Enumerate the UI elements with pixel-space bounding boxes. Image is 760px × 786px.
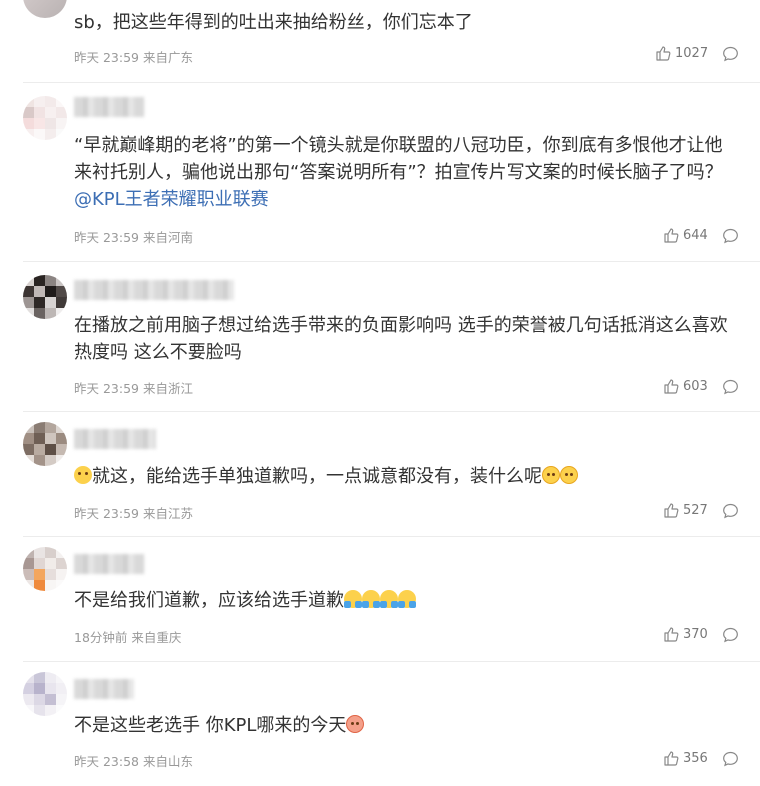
thumbs-up-icon: [664, 379, 679, 394]
thumbs-up-icon: [664, 627, 679, 642]
thumbs-up-icon: [664, 228, 679, 243]
comment-time-location: 昨天 23:59 来自河南: [74, 230, 193, 245]
like-count: 1027: [675, 45, 709, 61]
avatar[interactable]: [23, 96, 67, 140]
comment-bubble-icon: [723, 46, 738, 62]
comment-bubble-icon: [723, 751, 738, 767]
username-blurred[interactable]: [74, 429, 156, 449]
comment-time-location: 昨天 23:59 来自江苏: [74, 506, 193, 521]
avatar[interactable]: [23, 672, 67, 716]
thumbs-up-icon: [664, 503, 679, 518]
cute-face-icon: [74, 466, 92, 484]
like-count: 603: [683, 378, 708, 394]
comment-text: “早就巅峰期的老将”的第一个镜头就是你联盟的八冠功臣，你到底有多恨他才让他来衬托…: [74, 135, 723, 210]
divider: [23, 82, 760, 83]
cry-icon: [362, 590, 380, 608]
cry-icon: [344, 590, 362, 608]
thumbs-up-icon: [656, 46, 671, 61]
comment-text: 在播放之前用脑子想过给选手带来的负面影响吗 选手的荣誉被几句话抵消这么喜欢热度吗…: [74, 315, 728, 363]
like-count: 356: [683, 750, 708, 766]
comment-text: 不是这些老选手 你KPL哪来的今天: [74, 712, 734, 739]
comment-time-location: 昨天 23:59 来自浙江: [74, 381, 193, 396]
comment-bubble-icon: [723, 379, 738, 395]
avatar[interactable]: [23, 422, 67, 466]
like-button[interactable]: 644: [663, 227, 708, 243]
like-button[interactable]: 527: [663, 502, 708, 518]
like-count: 370: [683, 626, 708, 642]
smile-icon: [542, 466, 560, 484]
cry-icon: [380, 590, 398, 608]
smile-icon: [560, 466, 578, 484]
comment-time-location: 18分钟前 来自重庆: [74, 630, 182, 645]
like-button[interactable]: 1027: [655, 45, 708, 61]
avatar[interactable]: [23, 547, 67, 591]
comment-bubble-icon: [723, 228, 738, 244]
divider: [23, 536, 760, 537]
like-button[interactable]: 603: [663, 378, 708, 394]
avatar[interactable]: [23, 275, 67, 319]
username-blurred[interactable]: [74, 280, 234, 300]
divider: [23, 411, 760, 412]
like-button[interactable]: 356: [663, 750, 708, 766]
comment-time-location: 昨天 23:58 来自山东: [74, 754, 193, 769]
comment-text: 不是给我们道歉，应该给选手道歉: [74, 587, 734, 614]
reply-button[interactable]: [722, 503, 739, 519]
cry-icon: [398, 590, 416, 608]
username-blurred[interactable]: [74, 679, 134, 699]
mention-link[interactable]: @KPL王者荣耀职业联赛: [74, 189, 269, 210]
reply-button[interactable]: [722, 46, 739, 62]
comment-bubble-icon: [723, 503, 738, 519]
avatar[interactable]: [23, 0, 67, 18]
reply-button[interactable]: [722, 379, 739, 395]
comment-time-location: 昨天 23:59 来自广东: [74, 50, 193, 65]
like-button[interactable]: 370: [663, 626, 708, 642]
pig-icon: [346, 715, 365, 733]
username-blurred[interactable]: [74, 97, 144, 117]
divider: [23, 261, 760, 262]
reply-button[interactable]: [722, 627, 739, 643]
comment-text: sb，把这些年得到的吐出来抽给粉丝，你们忘本了: [74, 12, 473, 33]
comment-text: 就这，能给选手单独道歉吗，一点诚意都没有，装什么呢: [74, 463, 734, 490]
thumbs-up-icon: [664, 751, 679, 766]
reply-button[interactable]: [722, 228, 739, 244]
username-blurred[interactable]: [74, 554, 144, 574]
like-count: 644: [683, 227, 708, 243]
like-count: 527: [683, 502, 708, 518]
divider: [23, 661, 760, 662]
reply-button[interactable]: [722, 751, 739, 767]
comment-bubble-icon: [723, 627, 738, 643]
